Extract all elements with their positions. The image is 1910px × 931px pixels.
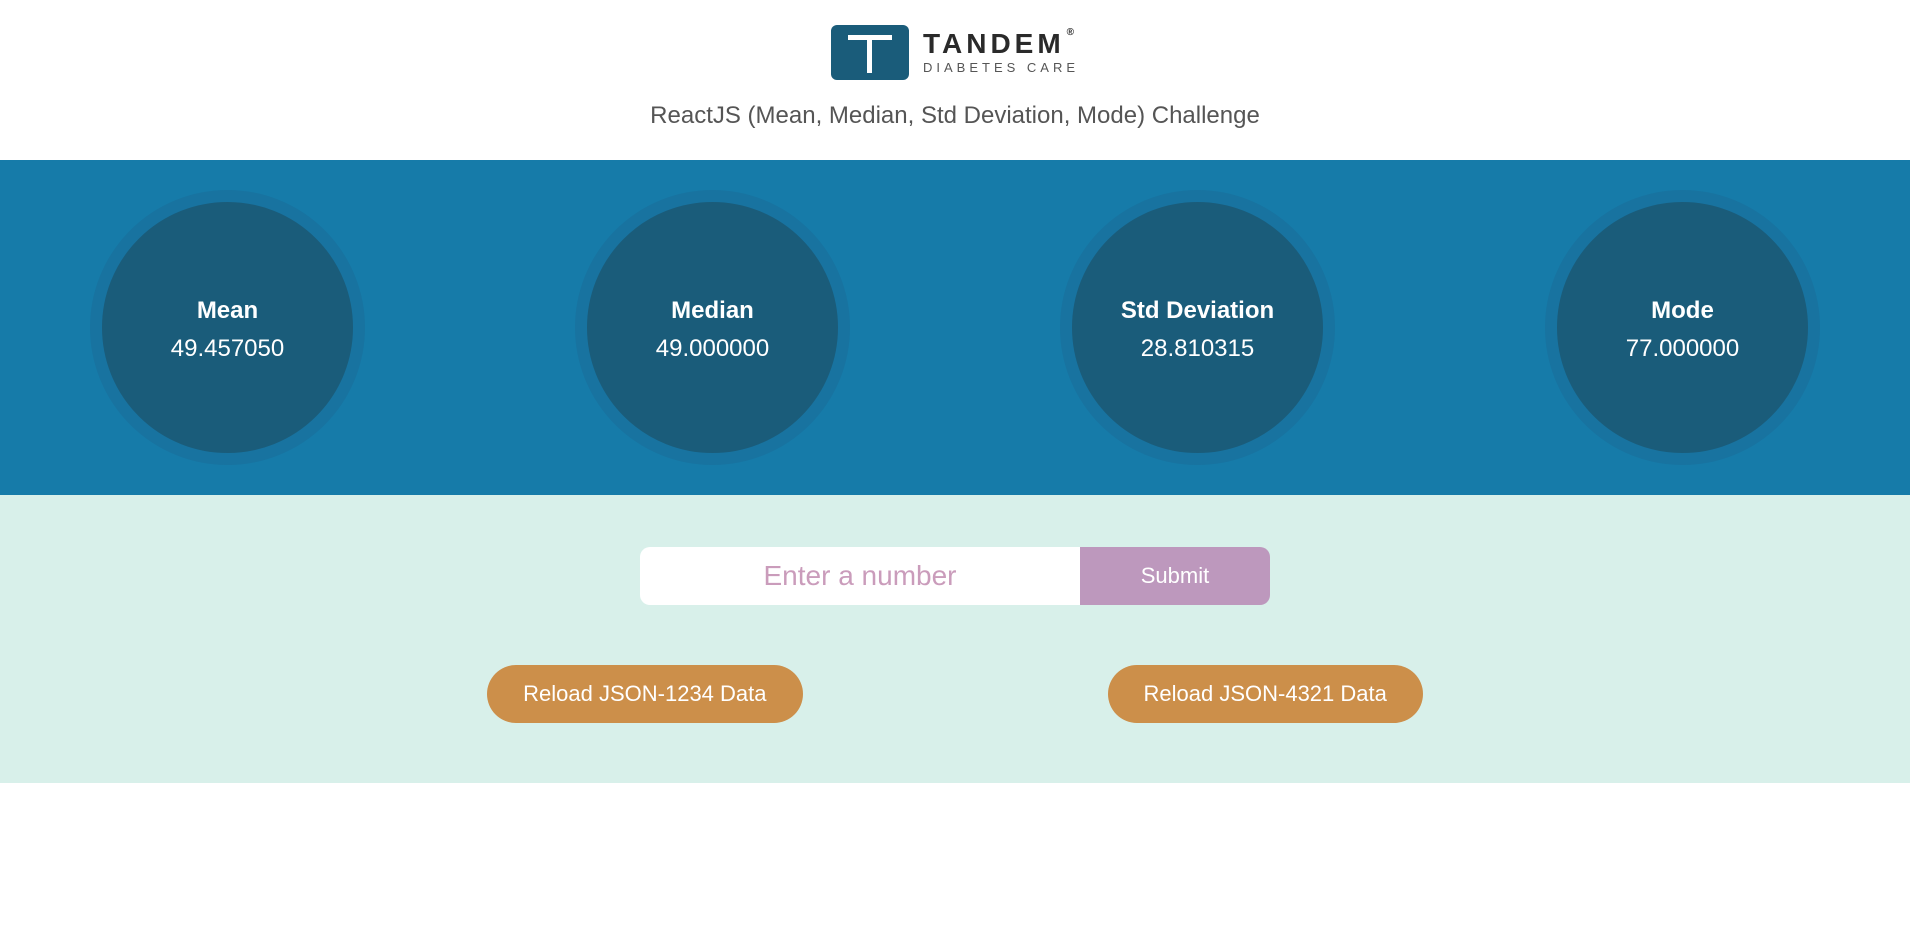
logo-text: TANDEM DIABETES CARE [923, 30, 1079, 75]
stat-median: Median 49.000000 [575, 190, 850, 465]
stat-value: 49.000000 [656, 335, 769, 363]
submit-button[interactable]: Submit [1080, 547, 1270, 605]
stat-mean: Mean 49.457050 [90, 190, 365, 465]
stat-mode: Mode 77.000000 [1545, 190, 1820, 465]
stats-banner: Mean 49.457050 Median 49.000000 Std Devi… [0, 160, 1910, 495]
reload-json-1234-button[interactable]: Reload JSON-1234 Data [487, 665, 802, 723]
controls-panel: Submit Reload JSON-1234 Data Reload JSON… [0, 495, 1910, 783]
stat-value: 77.000000 [1626, 335, 1739, 363]
stat-label: Mode [1651, 297, 1714, 325]
reload-row: Reload JSON-1234 Data Reload JSON-4321 D… [0, 665, 1910, 723]
stat-value: 28.810315 [1141, 335, 1254, 363]
page-subtitle: ReactJS (Mean, Median, Std Deviation, Mo… [0, 102, 1910, 130]
brand-name: TANDEM [923, 30, 1079, 58]
logo-icon [831, 25, 909, 80]
logo: TANDEM DIABETES CARE [0, 25, 1910, 80]
reload-json-4321-button[interactable]: Reload JSON-4321 Data [1108, 665, 1423, 723]
brand-subtext: DIABETES CARE [923, 60, 1079, 75]
stat-label: Std Deviation [1121, 297, 1274, 325]
stat-label: Mean [197, 297, 258, 325]
header: TANDEM DIABETES CARE ReactJS (Mean, Medi… [0, 0, 1910, 160]
input-row: Submit [0, 547, 1910, 605]
stat-value: 49.457050 [171, 335, 284, 363]
stat-label: Median [671, 297, 754, 325]
stat-std-deviation: Std Deviation 28.810315 [1060, 190, 1335, 465]
number-input[interactable] [640, 547, 1080, 605]
